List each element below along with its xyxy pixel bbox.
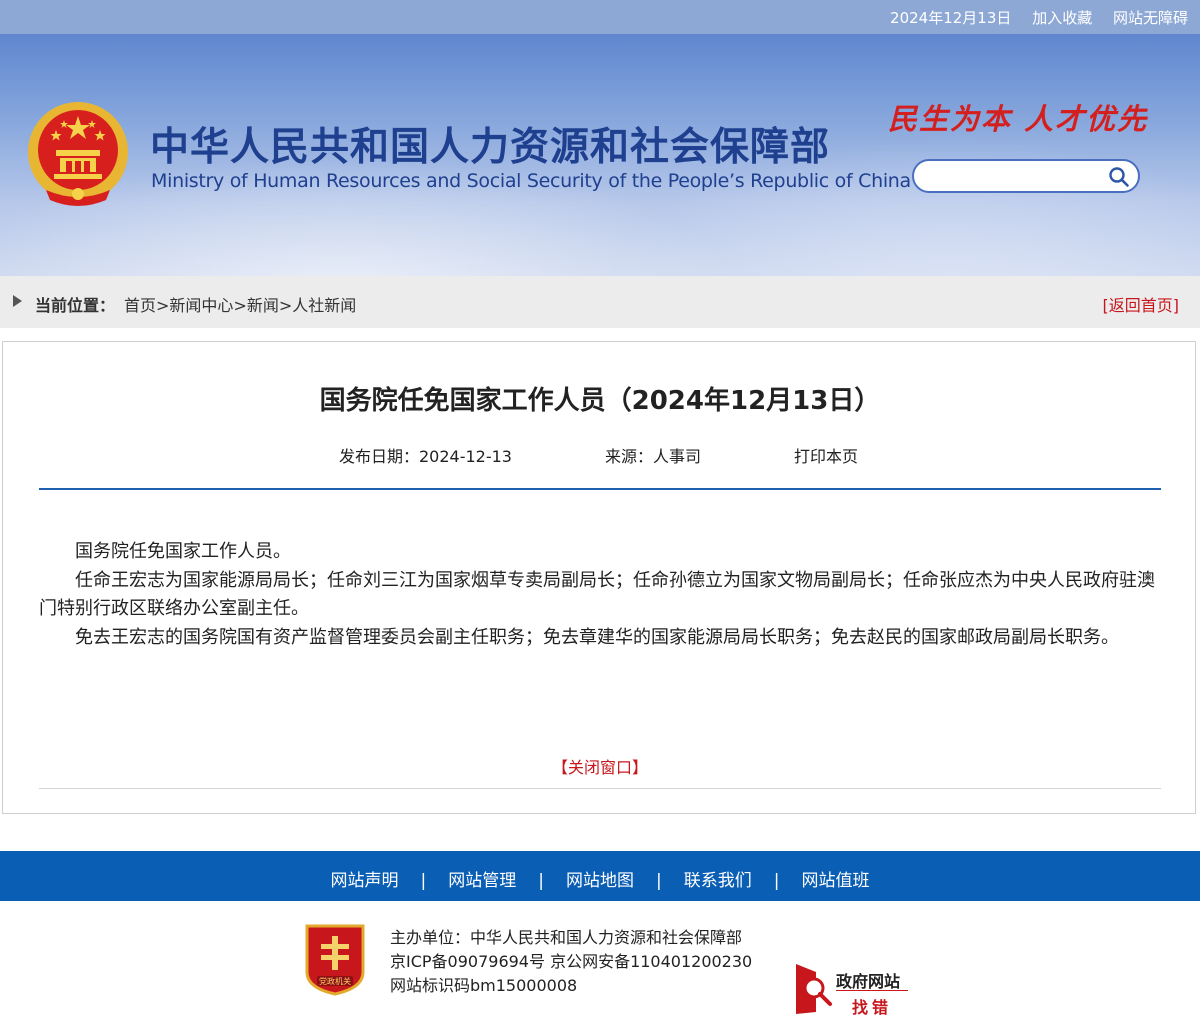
footer-nav-separator: |	[656, 871, 662, 891]
national-emblem-icon	[28, 102, 128, 206]
article-title: 国务院任免国家工作人员（2024年12月13日）	[319, 386, 881, 416]
breadcrumb-hrss-news[interactable]: 人社新闻	[292, 296, 356, 315]
breadcrumb-news[interactable]: 新闻	[247, 296, 279, 315]
gov-logo-divider	[836, 990, 908, 991]
article-body: 国务院任免国家工作人员。 任命王宏志为国家能源局局长；任命刘三江为国家烟草专卖局…	[39, 538, 1161, 652]
accessibility-link[interactable]: 网站无障碍	[1113, 9, 1188, 27]
bookmark-link[interactable]: 加入收藏	[1032, 9, 1092, 27]
site-code-text: 网站标识码bm15000008	[390, 976, 578, 995]
breadcrumb-separator: >	[278, 296, 293, 315]
back-home-link[interactable]: [返回首页]	[1103, 292, 1180, 316]
footer-link-sitemap[interactable]: 网站地图	[566, 871, 634, 891]
title-divider	[39, 488, 1161, 490]
site-title-en: Ministry of Human Resources and Social S…	[151, 170, 911, 192]
article-paragraph: 免去王宏志的国务院国有资产监督管理委员会副主任职务；免去章建华的国家能源局局长职…	[75, 626, 1119, 648]
article-container: 国务院任免国家工作人员（2024年12月13日） 发布日期：2024-12-13…	[2, 341, 1196, 814]
party-govt-badge-icon[interactable]: 党政机关	[303, 922, 367, 996]
breadcrumb-news-center[interactable]: 新闻中心	[169, 296, 233, 315]
footer-link-contact[interactable]: 联系我们	[684, 871, 752, 891]
article-source: 来源：人事司	[605, 447, 702, 466]
search-input[interactable]	[926, 166, 1106, 186]
breadcrumb: 首页>新闻中心>新闻>人社新闻	[124, 292, 356, 316]
article-paragraph: 任命王宏志为国家能源局局长；任命刘三江为国家烟草专卖局副局长；任命孙德立为国家文…	[39, 569, 1155, 620]
top-bar: 2024年12月13日 加入收藏 网站无障碍	[0, 0, 1200, 34]
breadcrumb-separator: >	[156, 296, 170, 315]
bottom-divider	[39, 788, 1161, 789]
site-slogan: 民生为本 人才优先	[888, 102, 1149, 136]
footer-nav-separator: |	[538, 871, 544, 891]
article-paragraph: 国务院任免国家工作人员。	[75, 541, 291, 562]
breadcrumb-bar: 当前位置： 首页>新闻中心>新闻>人社新闻 [返回首页]	[0, 276, 1200, 328]
breadcrumb-label: 当前位置：	[35, 296, 116, 315]
current-date: 2024年12月13日	[890, 9, 1012, 27]
site-title-cn: 中华人民共和国人力资源和社会保障部	[150, 125, 831, 170]
magnifier-icon	[796, 964, 832, 1014]
footer-link-duty[interactable]: 网站值班	[801, 871, 869, 891]
print-link[interactable]: 打印本页	[794, 443, 858, 467]
gov-logo-title: 政府网站	[836, 972, 901, 991]
publish-date: 发布日期：2024-12-13	[339, 447, 512, 466]
triangle-right-icon	[13, 295, 22, 307]
footer-nav-separator: |	[420, 871, 427, 891]
search-box	[912, 159, 1140, 193]
gov-error-report-logo[interactable]: 政府网站 找错	[794, 962, 912, 1017]
gov-logo-subtitle: 找错	[852, 998, 893, 1017]
icp-text: 京ICP备09079694号 京公网安备110401200230	[390, 952, 753, 971]
footer-link-management[interactable]: 网站管理	[448, 871, 516, 891]
sponsor-text: 主办单位：中华人民共和国人力资源和社会保障部	[390, 928, 743, 947]
header-banner: 中华人民共和国人力资源和社会保障部 Ministry of Human Reso…	[0, 34, 1200, 276]
search-icon[interactable]	[1108, 166, 1130, 188]
footer-info: 主办单位：中华人民共和国人力资源和社会保障部 京ICP备09079694号 京公…	[390, 926, 752, 998]
breadcrumb-home[interactable]: 首页	[124, 296, 156, 315]
footer-link-statement[interactable]: 网站声明	[331, 871, 399, 891]
badge-text: 党政机关	[319, 976, 351, 986]
footer-nav-links: 网站声明 | 网站管理 | 网站地图 | 联系我们 | 网站值班	[0, 866, 1200, 891]
close-window-link[interactable]: 【关闭窗口】	[3, 754, 1197, 778]
breadcrumb-separator: >	[233, 296, 247, 315]
top-links: 2024年12月13日 加入收藏 网站无障碍	[874, 7, 1188, 28]
footer-nav: 网站声明 | 网站管理 | 网站地图 | 联系我们 | 网站值班	[0, 851, 1200, 901]
footer-nav-separator: |	[773, 871, 780, 891]
